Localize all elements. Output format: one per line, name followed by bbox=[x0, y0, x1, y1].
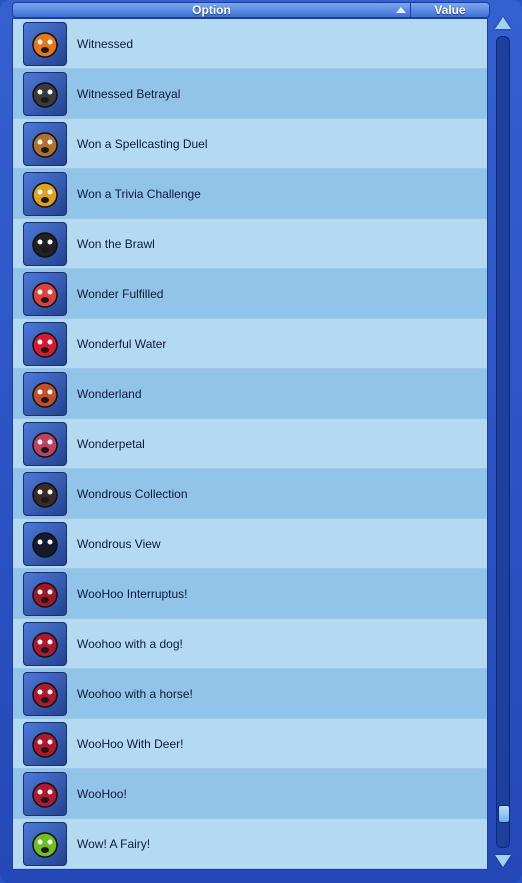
list-item-label: Won the Brawl bbox=[77, 236, 155, 251]
victory-figure-icon bbox=[23, 221, 67, 266]
options-list: Witnessed Witnessed Betrayal Won a Spellca… bbox=[12, 18, 488, 870]
list-item-label: WooHoo Interruptus! bbox=[77, 586, 188, 601]
list-item-label: Won a Spellcasting Duel bbox=[77, 136, 208, 151]
icon-cell bbox=[13, 519, 77, 569]
icon-cell bbox=[13, 319, 77, 369]
icon-cell bbox=[13, 219, 77, 269]
list-item[interactable]: Woohoo with a dog! bbox=[13, 619, 487, 669]
list-item-label: Wow! A Fairy! bbox=[77, 836, 151, 851]
list-item-label: Wonderpetal bbox=[77, 436, 145, 451]
icon-cell bbox=[13, 269, 77, 319]
heart-splash-icon bbox=[23, 321, 67, 366]
heart-face-icon bbox=[23, 621, 67, 666]
list-item[interactable]: Witnessed Betrayal bbox=[13, 69, 487, 119]
list-item-label: Wondrous Collection bbox=[77, 486, 188, 501]
option-header-label: Option bbox=[192, 3, 231, 17]
vase-icon bbox=[23, 471, 67, 516]
icon-cell bbox=[13, 769, 77, 819]
option-column-header[interactable]: Option bbox=[13, 3, 411, 17]
list-item-label: Wonderful Water bbox=[77, 336, 167, 351]
list-header: Option Value bbox=[12, 2, 490, 18]
arrow-up-icon bbox=[495, 17, 511, 29]
green-face-icon bbox=[23, 821, 67, 866]
icon-cell bbox=[13, 169, 77, 219]
list-item-label: Wonder Fulfilled bbox=[77, 286, 164, 301]
rainbow-figure-icon bbox=[23, 271, 67, 316]
list-item[interactable]: WooHoo With Deer! bbox=[13, 719, 487, 769]
trophy-icon bbox=[23, 171, 67, 216]
scroll-down-button[interactable] bbox=[494, 852, 512, 870]
list-item[interactable]: WooHoo Interruptus! bbox=[13, 569, 487, 619]
heart-face-icon bbox=[23, 671, 67, 716]
sort-ascending-icon[interactable] bbox=[396, 7, 406, 13]
list-item[interactable]: Wonderland bbox=[13, 369, 487, 419]
broken-heart-icon bbox=[23, 571, 67, 616]
list-item-label: Won a Trivia Challenge bbox=[77, 186, 201, 201]
list-item[interactable]: Wonderful Water bbox=[13, 319, 487, 369]
list-item[interactable]: Witnessed bbox=[13, 19, 487, 69]
list-item[interactable]: Won a Spellcasting Duel bbox=[13, 119, 487, 169]
icon-cell bbox=[13, 419, 77, 469]
icon-cell bbox=[13, 119, 77, 169]
list-item-label: Witnessed Betrayal bbox=[77, 86, 181, 101]
icon-cell bbox=[13, 619, 77, 669]
list-item[interactable]: Won the Brawl bbox=[13, 219, 487, 269]
list-item[interactable]: Woohoo with a horse! bbox=[13, 669, 487, 719]
value-header-label: Value bbox=[434, 3, 466, 17]
icon-cell bbox=[13, 19, 77, 69]
list-item-label: Wondrous View bbox=[77, 536, 161, 551]
list-item[interactable]: Wondrous Collection bbox=[13, 469, 487, 519]
list-item[interactable]: Wondrous View bbox=[13, 519, 487, 569]
icon-cell bbox=[13, 369, 77, 419]
list-item-label: Witnessed bbox=[77, 36, 134, 51]
icon-cell bbox=[13, 669, 77, 719]
flower-icon bbox=[23, 421, 67, 466]
list-item-label: Wonderland bbox=[77, 386, 142, 401]
list-item-label: WooHoo With Deer! bbox=[77, 736, 184, 751]
list-item[interactable]: Wonder Fulfilled bbox=[13, 269, 487, 319]
eiffel-tower-icon bbox=[23, 521, 67, 566]
eyes-dagger-icon bbox=[23, 71, 67, 116]
icon-cell bbox=[13, 569, 77, 619]
ghost-face-icon bbox=[23, 21, 67, 66]
scroll-track[interactable] bbox=[496, 36, 510, 848]
heart-face-icon bbox=[23, 721, 67, 766]
rainbow-icon bbox=[23, 371, 67, 416]
list-item[interactable]: Won a Trivia Challenge bbox=[13, 169, 487, 219]
list-item[interactable]: WooHoo! bbox=[13, 769, 487, 819]
icon-cell bbox=[13, 819, 77, 869]
list-item[interactable]: Wonderpetal bbox=[13, 419, 487, 469]
arrow-down-icon bbox=[495, 855, 511, 867]
crossed-wands-icon bbox=[23, 121, 67, 166]
list-item-label: Woohoo with a dog! bbox=[77, 636, 183, 651]
list-item-label: WooHoo! bbox=[77, 786, 127, 801]
list-item[interactable]: Wow! A Fairy! bbox=[13, 819, 487, 869]
scroll-thumb[interactable] bbox=[498, 805, 510, 824]
heart-face-icon bbox=[23, 771, 67, 816]
vertical-scrollbar[interactable] bbox=[494, 14, 512, 870]
icon-cell bbox=[13, 69, 77, 119]
list-item-label: Woohoo with a horse! bbox=[77, 686, 193, 701]
scroll-up-button[interactable] bbox=[494, 14, 512, 32]
icon-cell bbox=[13, 469, 77, 519]
value-column-header[interactable]: Value bbox=[411, 3, 489, 17]
icon-cell bbox=[13, 719, 77, 769]
